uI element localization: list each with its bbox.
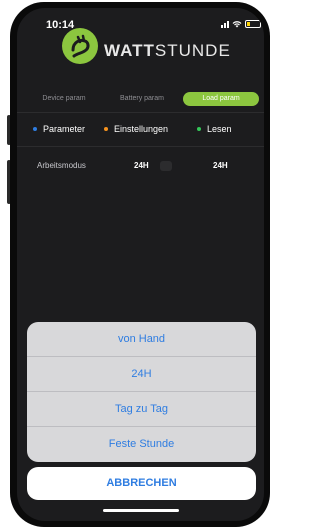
row-reading-value: 24H (213, 161, 228, 170)
brand-wordmark: WATTSTUNDE (104, 41, 231, 61)
home-indicator (103, 509, 179, 512)
param-tabs: Device param Battery param Load param (17, 92, 264, 110)
column-legend: Parameter Einstellungen Lesen (17, 118, 264, 138)
legend-parameter: Parameter (33, 124, 85, 134)
row-label: Arbeitsmodus (37, 161, 86, 170)
orange-dot-icon (104, 127, 108, 131)
arbeitsmodus-row: Arbeitsmodus 24H 24H (17, 158, 264, 174)
picker-knob (160, 161, 172, 171)
tab-load-param[interactable]: Load param (183, 92, 259, 106)
option-feste-stunde[interactable]: Feste Stunde (27, 427, 256, 462)
brand-suffix: STUNDE (154, 41, 231, 60)
app-header: WATTSTUNDE (17, 26, 264, 76)
legend-lesen: Lesen (197, 124, 232, 134)
blue-dot-icon (33, 127, 37, 131)
action-sheet: von Hand 24H Tag zu Tag Feste Stunde (27, 322, 256, 462)
brand-prefix: WATT (104, 41, 155, 60)
cancel-button[interactable]: ABBRECHEN (27, 467, 256, 500)
tab-device-param[interactable]: Device param (29, 92, 99, 106)
tab-battery-param[interactable]: Battery param (107, 92, 177, 106)
option-von-hand[interactable]: von Hand (27, 322, 256, 357)
green-dot-icon (197, 127, 201, 131)
row-setting-value[interactable]: 24H (134, 161, 149, 170)
option-tag-zu-tag[interactable]: Tag zu Tag (27, 392, 256, 427)
plug-logo-icon (62, 28, 98, 64)
legend-einstellungen: Einstellungen (104, 124, 168, 134)
divider (17, 146, 264, 147)
phone-frame: 10:14 WATTSTUNDE Device param Battery pa… (0, 0, 271, 529)
legend-label: Lesen (207, 124, 232, 134)
app-screen: 10:14 WATTSTUNDE Device param Battery pa… (17, 8, 264, 521)
legend-label: Einstellungen (114, 124, 169, 134)
divider (17, 112, 264, 113)
legend-label: Parameter (43, 124, 86, 134)
option-24h[interactable]: 24H (27, 357, 256, 392)
